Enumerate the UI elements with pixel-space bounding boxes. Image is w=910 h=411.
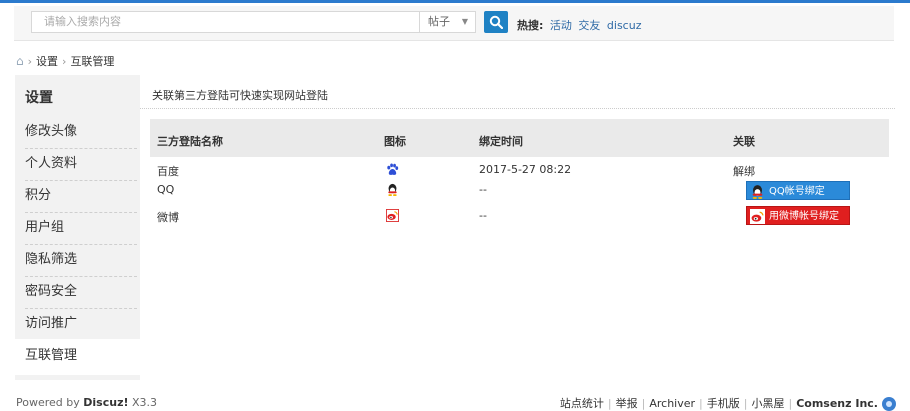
powered-brand[interactable]: Discuz!	[83, 396, 128, 409]
footer-link-stats[interactable]: 站点统计	[560, 397, 604, 410]
table-row: QQ -- QQ帐号绑定	[150, 180, 889, 200]
top-accent-bar	[0, 0, 910, 3]
table-row: 微博 -- 用微博帐号绑定	[150, 206, 889, 226]
sidebar-item-credits[interactable]: 积分	[25, 181, 137, 213]
settings-sidebar: 设置 修改头像 个人资料 积分 用户组 隐私筛选 密码安全 访问推广 互联管理	[15, 75, 140, 380]
footer-separator: |	[641, 397, 646, 410]
bind-time: --	[479, 209, 487, 222]
column-header: 三方登陆名称	[157, 135, 223, 148]
search-type-value: 帖子	[428, 15, 450, 28]
hot-search: 热搜: 活动 交友 discuz	[517, 17, 641, 33]
platform-name: QQ	[157, 183, 175, 196]
search-bar: 请输入搜索内容 帖子 ▼ 热搜: 活动 交友 discuz	[14, 6, 894, 41]
footer-separator: |	[788, 397, 793, 410]
sidebar-item-password[interactable]: 密码安全	[25, 277, 137, 309]
baidu-paw-icon	[387, 163, 399, 175]
bind-time: 2017-5-27 08:22	[479, 163, 572, 176]
connect-intro-text: 关联第三方登陆可快速实现网站登陆	[152, 89, 328, 102]
breadcrumb-separator: ›	[27, 55, 33, 68]
column-header: 图标	[384, 135, 406, 148]
search-button[interactable]	[484, 11, 508, 33]
powered-prefix: Powered by	[16, 396, 80, 409]
sidebar-title: 设置	[25, 90, 53, 106]
qq-bind-label: QQ帐号绑定	[769, 186, 825, 197]
sidebar-item-profile[interactable]: 个人资料	[25, 149, 137, 181]
platform-name: 百度	[157, 165, 179, 178]
sidebar-item-usergroup[interactable]: 用户组	[25, 213, 137, 245]
comsenz-logo-icon	[882, 397, 896, 411]
powered-by: Powered by Discuz! X3.3	[16, 396, 157, 409]
footer-link-archiver[interactable]: Archiver	[649, 397, 695, 410]
sidebar-item-avatar[interactable]: 修改头像	[25, 117, 137, 149]
unbind-link[interactable]: 解绑	[733, 163, 755, 179]
footer-separator: |	[699, 397, 703, 410]
footer-link-report[interactable]: 举报	[616, 397, 638, 410]
column-header: 绑定时间	[479, 135, 523, 148]
search-icon	[489, 15, 503, 29]
weibo-bind-label: 用微博帐号绑定	[769, 211, 839, 222]
breadcrumb: ⌂ › 设置 › 互联管理	[16, 53, 114, 69]
table-row: 百度 2017-5-27 08:22 解绑	[150, 160, 889, 180]
search-input[interactable]: 请输入搜索内容	[31, 11, 420, 33]
breadcrumb-separator: ›	[62, 55, 67, 68]
qq-penguin-icon	[752, 185, 763, 199]
chevron-down-icon: ▼	[461, 17, 468, 26]
bind-time: --	[479, 183, 487, 196]
hot-search-label: 热搜:	[517, 19, 544, 32]
home-icon[interactable]: ⌂	[16, 54, 24, 68]
column-header: 关联	[733, 135, 755, 148]
qq-penguin-icon	[388, 183, 397, 196]
hot-word-link[interactable]: 交友	[578, 19, 600, 32]
weibo-icon	[750, 209, 765, 224]
breadcrumb-item[interactable]: 设置	[36, 55, 58, 68]
hot-word-link[interactable]: 活动	[550, 19, 572, 32]
platform-name: 微博	[157, 211, 179, 224]
footer-link-blackroom[interactable]: 小黑屋	[751, 397, 784, 410]
divider	[140, 108, 895, 109]
qq-bind-button[interactable]: QQ帐号绑定	[746, 181, 850, 200]
sidebar-item-promotion[interactable]: 访问推广	[25, 309, 137, 341]
footer-separator: |	[607, 397, 612, 410]
search-type-select[interactable]: 帖子 ▼	[420, 11, 476, 33]
powered-version: X3.3	[132, 396, 158, 409]
weibo-bind-button[interactable]: 用微博帐号绑定	[746, 206, 850, 225]
footer-separator: |	[743, 397, 748, 410]
breadcrumb-item: 互联管理	[70, 55, 115, 68]
weibo-icon	[386, 209, 399, 222]
table-header: 三方登陆名称 图标 绑定时间 关联	[150, 119, 889, 157]
footer-links: 站点统计 | 举报 | Archiver | 手机版 | 小黑屋 | Comsenz Inc.	[560, 395, 896, 411]
footer-company[interactable]: Comsenz Inc.	[796, 397, 878, 410]
sidebar-item-privacy[interactable]: 隐私筛选	[25, 245, 137, 277]
footer-link-mobile[interactable]: 手机版	[707, 397, 740, 410]
sidebar-item-connect[interactable]: 互联管理	[15, 339, 140, 375]
hot-word-link[interactable]: discuz	[607, 19, 642, 32]
